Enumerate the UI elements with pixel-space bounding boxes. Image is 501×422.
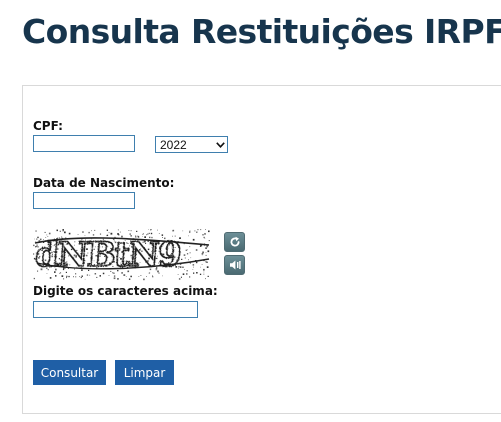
- limpar-button[interactable]: Limpar: [115, 360, 174, 385]
- audio-icon: [229, 259, 241, 271]
- page-root: Consulta Restituições IRPF CPF: 2022 Dat…: [0, 0, 501, 422]
- captcha-refresh-button[interactable]: [224, 232, 245, 252]
- refresh-icon: [229, 236, 241, 248]
- year-select[interactable]: 2022: [155, 136, 228, 153]
- birth-date-label: Data de Nascimento:: [33, 176, 175, 190]
- page-title: Consulta Restituições IRPF: [22, 12, 501, 51]
- captcha-input[interactable]: [33, 301, 198, 318]
- cpf-input[interactable]: [33, 135, 135, 152]
- captcha-label: Digite os caracteres acima:: [33, 284, 218, 298]
- captcha-image: dNBtN9: [33, 229, 211, 281]
- birth-date-input[interactable]: [33, 192, 135, 209]
- cpf-label: CPF:: [33, 119, 63, 133]
- consultar-button[interactable]: Consultar: [33, 360, 106, 385]
- chevron-down-icon: [213, 137, 227, 152]
- year-select-value: 2022: [160, 137, 187, 152]
- captcha-text: dNBtN9: [34, 235, 182, 275]
- captcha-audio-button[interactable]: [224, 255, 245, 275]
